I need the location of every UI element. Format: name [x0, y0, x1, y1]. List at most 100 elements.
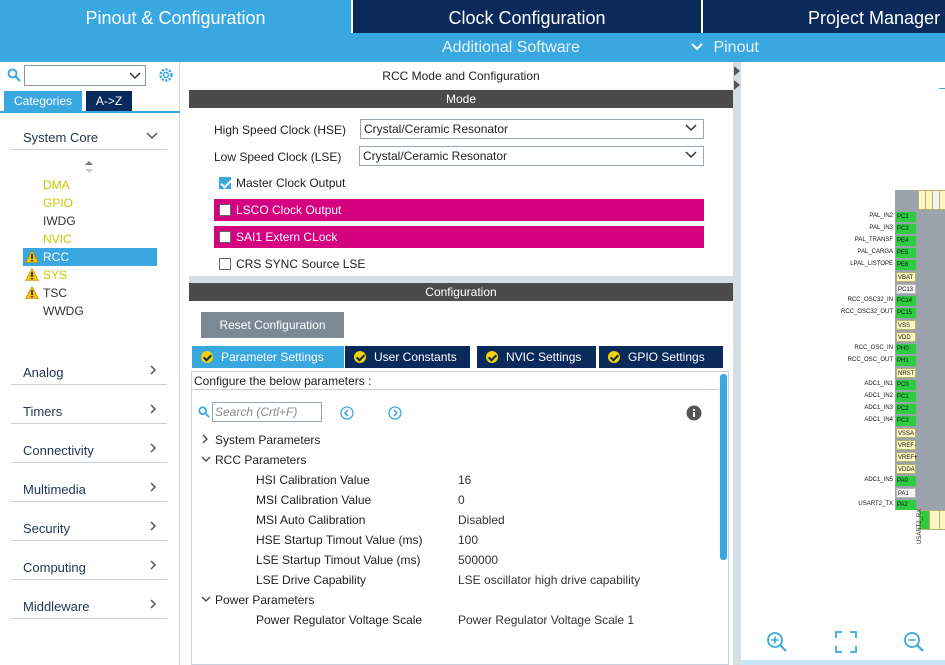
sidebar-item-label: NVIC — [43, 232, 72, 246]
sidebar-item-dma[interactable]: DMA — [23, 176, 157, 194]
mco-checkbox[interactable] — [219, 177, 231, 189]
horizontal-scrollbar[interactable] — [741, 660, 945, 665]
param-value[interactable]: 100 — [458, 533, 478, 547]
section-connectivity[interactable]: Connectivity — [23, 440, 158, 462]
zoom-in-icon[interactable] — [766, 631, 788, 653]
mcu-pin[interactable]: VSS — [896, 320, 916, 330]
mcu-pin[interactable]: PC0 — [896, 380, 916, 390]
mcu-pin[interactable]: PE6 — [896, 260, 916, 270]
additional-software-link[interactable]: Additional Software — [442, 33, 580, 62]
lsco-checkbox[interactable] — [219, 204, 231, 216]
sai1-checkbox-row[interactable]: SAI1 Extern CLock — [214, 226, 704, 248]
param-value[interactable]: 16 — [458, 473, 471, 487]
mcu-pin[interactable]: PH0 — [896, 344, 916, 354]
tab-user-constants[interactable]: User Constants — [345, 346, 470, 368]
check-circle-icon — [201, 351, 213, 363]
sidebar-search-input[interactable] — [24, 65, 146, 86]
mcu-pin[interactable]: VSSA — [896, 428, 916, 438]
mcu-pin[interactable]: PC1 — [896, 212, 916, 222]
pin-signal-label: PAL_CARGA — [857, 249, 893, 255]
mcu-pin[interactable]: PC1 — [896, 392, 916, 402]
pinout-menu[interactable]: Pinout — [691, 33, 759, 62]
mode-header: Mode — [189, 90, 733, 108]
group-power-parameters[interactable]: Power Parameters — [201, 593, 314, 607]
param-value[interactable]: 500000 — [458, 553, 498, 567]
zoom-out-icon[interactable] — [903, 631, 925, 653]
sidebar-item-gpio[interactable]: GPIO — [23, 194, 157, 212]
vertical-scrollbar[interactable] — [720, 374, 727, 560]
tab-nvic-settings[interactable]: NVIC Settings — [477, 346, 596, 368]
param-value[interactable]: 0 — [458, 493, 465, 507]
lse-select[interactable]: Crystal/Ceramic Resonator — [359, 146, 704, 166]
mcu-pin[interactable]: PC15 — [896, 308, 916, 318]
tab-pinout-configuration[interactable]: Pinout & Configuration — [0, 0, 351, 33]
section-label: Middleware — [23, 599, 90, 614]
section-security[interactable]: Security — [23, 518, 158, 540]
sidebar-item-wwdg[interactable]: WWDG — [23, 302, 157, 320]
mcu-pin[interactable]: PA2 — [896, 500, 916, 510]
pin-signal-label: PAL_IN2 — [869, 213, 893, 219]
section-timers[interactable]: Timers — [23, 401, 158, 423]
mcu-pin[interactable]: VBAT — [896, 272, 916, 282]
sidebar-item-rcc[interactable]: RCC — [23, 248, 157, 266]
sidebar-item-tsc[interactable]: TSC — [23, 284, 157, 302]
sidebar-item-label: WWDG — [43, 304, 84, 318]
gear-icon[interactable] — [157, 66, 175, 87]
tab-categories[interactable]: Categories — [4, 91, 82, 111]
param-value[interactable]: Disabled — [458, 513, 505, 527]
chevron-left-icon[interactable] — [340, 406, 354, 423]
mcu-pin[interactable] — [939, 510, 945, 530]
mcu-pin[interactable]: PC13 — [896, 284, 916, 294]
sai1-checkbox[interactable] — [219, 231, 231, 243]
section-system-core[interactable]: System Core — [23, 127, 158, 149]
chevron-down-icon[interactable] — [129, 70, 141, 84]
section-computing[interactable]: Computing — [23, 557, 158, 579]
panel-splitter[interactable] — [733, 62, 741, 665]
param-value[interactable]: Power Regulator Voltage Scale 1 — [458, 613, 634, 627]
mcu-pin[interactable]: VREF- — [896, 440, 916, 450]
mcu-pin[interactable]: PC2 — [896, 404, 916, 414]
lsco-checkbox-row[interactable]: LSCO Clock Output — [214, 199, 704, 221]
mcu-pin[interactable] — [939, 190, 945, 210]
sidebar-item-nvic[interactable]: NVIC — [23, 230, 157, 248]
section-multimedia[interactable]: Multimedia — [23, 479, 158, 501]
section-middleware[interactable]: Middleware — [23, 596, 158, 618]
group-rcc-parameters[interactable]: RCC Parameters — [201, 453, 306, 467]
crs-checkbox[interactable] — [219, 258, 231, 270]
mcu-pin[interactable]: PC14 — [896, 296, 916, 306]
param-value[interactable]: LSE oscillator high drive capability — [458, 573, 640, 587]
mcu-pin[interactable]: VREF+ — [896, 452, 918, 462]
tab-parameter-settings[interactable]: Parameter Settings — [192, 346, 344, 368]
chevron-right-icon[interactable] — [388, 406, 402, 423]
sidebar-item-sys[interactable]: SYS — [23, 266, 157, 284]
mcu-pin[interactable]: PH1 — [896, 356, 916, 366]
mcu-pin[interactable]: VDDA — [896, 464, 916, 474]
mcu-pin[interactable]: PE4 — [896, 236, 916, 246]
mcu-pin[interactable]: PC3 — [896, 224, 916, 234]
mcu-pin[interactable]: NRST — [896, 368, 916, 378]
check-circle-icon — [608, 351, 620, 363]
mcu-pin[interactable]: PC3 — [896, 416, 916, 426]
tab-gpio-settings[interactable]: GPIO Settings — [599, 346, 723, 368]
group-system-parameters[interactable]: System Parameters — [202, 433, 320, 447]
pin-signal-label: RCC_OSC32_OUT — [840, 309, 893, 315]
reset-configuration-button[interactable]: Reset Configuration — [201, 312, 344, 338]
parameter-search-input[interactable]: Search (Crtl+F) — [212, 402, 322, 422]
tab-a-z[interactable]: A->Z — [86, 91, 132, 111]
left-sidebar: Categories A->Z System Core DMA GPIO IWDG N… — [0, 62, 180, 665]
collapse-arrow-icon[interactable] — [733, 64, 741, 97]
sort-arrows-icon[interactable] — [84, 160, 94, 177]
fit-screen-icon[interactable] — [835, 631, 857, 653]
tab-clock-configuration[interactable]: Clock Configuration — [353, 0, 701, 33]
sidebar-item-iwdg[interactable]: IWDG — [23, 212, 157, 230]
mcu-pin[interactable]: VDD — [896, 332, 916, 342]
hse-select[interactable]: Crystal/Ceramic Resonator — [360, 119, 704, 139]
tab-project-manager[interactable]: Project Manager — [703, 0, 945, 33]
warning-icon — [24, 249, 40, 263]
crs-label: CRS SYNC Source LSE — [236, 257, 366, 271]
mcu-pin[interactable]: PA0 — [896, 476, 916, 486]
section-analog[interactable]: Analog — [23, 362, 158, 384]
mcu-pin[interactable]: PE5 — [896, 248, 916, 258]
info-icon[interactable] — [686, 405, 702, 424]
mcu-pin[interactable]: PA1 — [896, 488, 916, 498]
